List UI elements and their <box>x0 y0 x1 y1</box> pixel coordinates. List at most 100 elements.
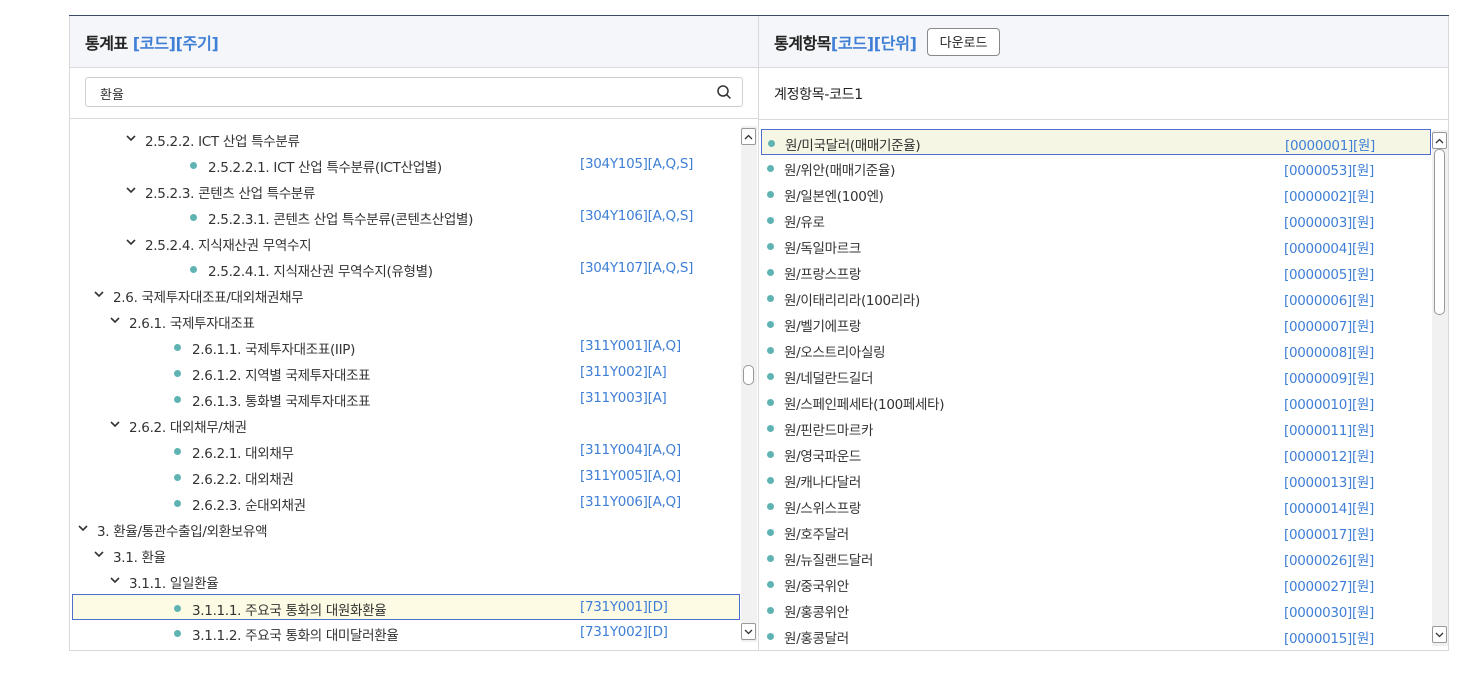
tree-leaf-label: 2.5.2.4.1. 지식재산권 무역수지(유형별) <box>208 264 433 280</box>
item-code: [0000017][원] <box>1284 527 1375 543</box>
list-scrollbar[interactable] <box>1432 130 1448 646</box>
tree-row[interactable]: 2.6.2.1. 대외채무 [311Y004][A,Q] <box>72 438 740 464</box>
scroll-up-arrow[interactable] <box>1432 132 1447 149</box>
tree-row[interactable]: 2.5.2.4.1. 지식재산권 무역수지(유형별) [304Y107][A,Q,… <box>72 256 740 282</box>
bullet-icon <box>767 373 774 380</box>
bullet-icon <box>767 555 774 562</box>
item-label: 원/캐나다달러 <box>784 475 861 491</box>
list-item[interactable]: 원/홍콩달러 [0000015][원] <box>761 623 1431 649</box>
tree-scrollbar[interactable] <box>741 126 757 642</box>
tree-row[interactable]: 2.5.2.2. ICT 산업 특수분류 <box>72 126 740 152</box>
bullet-icon <box>767 217 774 224</box>
search-input[interactable] <box>98 79 702 107</box>
item-code: [0000007][원] <box>1284 319 1375 335</box>
list-item[interactable]: 원/스위스프랑 [0000014][원] <box>761 493 1431 519</box>
chevron-down-icon[interactable] <box>124 131 138 145</box>
bullet-icon <box>767 607 774 614</box>
bullet-icon <box>767 295 774 302</box>
scroll-down-arrow[interactable] <box>1432 626 1447 643</box>
chevron-down-icon[interactable] <box>108 313 122 327</box>
tree-row[interactable]: 2.5.2.2.1. ICT 산업 특수분류(ICT산업별) [304Y105][… <box>72 152 740 178</box>
list-item[interactable]: 원/일본엔(100엔) [0000002][원] <box>761 181 1431 207</box>
list-item[interactable]: 원/프랑스프랑 [0000005][원] <box>761 259 1431 285</box>
stat-table-search <box>85 77 743 107</box>
item-label: 원/홍콩달러 <box>784 631 849 647</box>
list-item[interactable]: 원/이태리리라(100리라) [0000006][원] <box>761 285 1431 311</box>
scroll-thumb[interactable] <box>743 364 754 385</box>
bullet-icon <box>174 500 181 507</box>
item-code: [0000008][원] <box>1284 345 1375 361</box>
tree-row[interactable]: 2.6.1.2. 지역별 국제투자대조표 [311Y002][A] <box>72 360 740 386</box>
scroll-up-arrow[interactable] <box>741 128 756 145</box>
tree-row[interactable]: 2.6.2.3. 순대외채권 [311Y006][A,Q] <box>72 490 740 516</box>
table-code: [731Y002][D] <box>580 624 668 640</box>
bullet-icon <box>767 529 774 536</box>
tree-row[interactable]: 2.6. 국제투자대조표/대외채권채무 <box>72 282 740 308</box>
list-item[interactable]: 원/오스트리아실링 [0000008][원] <box>761 337 1431 363</box>
list-item[interactable]: 원/네덜란드길더 [0000009][원] <box>761 363 1431 389</box>
tree-row[interactable]: 2.6.1. 국제투자대조표 <box>72 308 740 334</box>
stat-item-header: 통계항목 [코드][단위] 다운로드 <box>759 16 1448 68</box>
tree-row[interactable]: 3.1.1.2. 주요국 통화의 대미달러환율 [731Y002][D] <box>72 620 740 646</box>
chevron-down-icon[interactable] <box>124 183 138 197</box>
chevron-down-icon[interactable] <box>92 547 106 561</box>
item-label: 원/뉴질랜드달러 <box>784 553 874 569</box>
list-item[interactable]: 원/독일마르크 [0000004][원] <box>761 233 1431 259</box>
tree-row[interactable]: 3. 환율/통관수출입/외환보유액 <box>72 516 740 542</box>
list-item[interactable]: 원/홍콩위안 [0000030][원] <box>761 597 1431 623</box>
item-code: [0000026][원] <box>1284 553 1375 569</box>
chevron-down-icon[interactable] <box>76 521 90 535</box>
item-label: 원/영국파운드 <box>784 449 861 465</box>
bullet-icon <box>767 451 774 458</box>
chevron-down-icon[interactable] <box>124 235 138 249</box>
tree-row[interactable]: 2.5.2.4. 지식재산권 무역수지 <box>72 230 740 256</box>
item-code: [0000013][원] <box>1284 475 1375 491</box>
bullet-icon <box>174 474 181 481</box>
list-item[interactable]: 원/뉴질랜드달러 [0000026][원] <box>761 545 1431 571</box>
list-item[interactable]: 원/핀란드마르카 [0000011][원] <box>761 415 1431 441</box>
chevron-down-icon[interactable] <box>92 287 106 301</box>
list-item[interactable]: 원/스페인페세타(100페세타) [0000010][원] <box>761 389 1431 415</box>
divider <box>70 118 758 119</box>
tree-node-label: 3.1.1. 일일환율 <box>129 576 219 592</box>
list-item[interactable]: 원/벨기에프랑 [0000007][원] <box>761 311 1431 337</box>
tree-leaf-label: 2.6.1.2. 지역별 국제투자대조표 <box>192 368 371 384</box>
search-icon[interactable] <box>716 84 732 100</box>
scroll-thumb[interactable] <box>1434 149 1445 315</box>
tree-row[interactable]: 3.1.1. 일일환율 <box>72 568 740 594</box>
tree-row[interactable]: 2.6.1.3. 통화별 국제투자대조표 [311Y003][A] <box>72 386 740 412</box>
list-item[interactable]: 원/영국파운드 [0000012][원] <box>761 441 1431 467</box>
tree-row[interactable]: 2.6.1.1. 국제투자대조표(IIP) [311Y001][A,Q] <box>72 334 740 360</box>
item-label: 원/호주달러 <box>784 527 849 543</box>
tree-row[interactable]: 3.1. 환율 <box>72 542 740 568</box>
bullet-icon <box>767 425 774 432</box>
item-code: [0000003][원] <box>1284 215 1375 231</box>
tree-leaf-label: 2.6.2.3. 순대외채권 <box>192 498 306 514</box>
list-item[interactable]: 원/중국위안 [0000027][원] <box>761 571 1431 597</box>
bullet-icon <box>767 191 774 198</box>
list-item[interactable]: 원/미국달러(매매기준율) [0000001][원] <box>761 129 1431 155</box>
table-code: [304Y106][A,Q,S] <box>580 208 694 224</box>
scroll-down-arrow[interactable] <box>741 623 756 640</box>
list-item[interactable]: 원/호주달러 [0000017][원] <box>761 519 1431 545</box>
chevron-down-icon[interactable] <box>108 417 122 431</box>
tree-row[interactable]: 2.6.2.2. 대외채권 [311Y005][A,Q] <box>72 464 740 490</box>
list-item[interactable]: 원/유로 [0000003][원] <box>761 207 1431 233</box>
table-code: [311Y004][A,Q] <box>580 442 681 458</box>
tree-row[interactable]: 2.5.2.3. 콘텐츠 산업 특수분류 <box>72 178 740 204</box>
item-label: 원/스위스프랑 <box>784 501 861 517</box>
tree-row[interactable]: 3.1.1.1. 주요국 통화의 대원화환율 [731Y001][D] <box>72 594 740 620</box>
divider <box>759 119 1448 120</box>
item-label: 원/벨기에프랑 <box>784 319 861 335</box>
item-code: [0000014][원] <box>1284 501 1375 517</box>
list-item[interactable]: 원/위안(매매기준율) [0000053][원] <box>761 155 1431 181</box>
bullet-icon <box>767 321 774 328</box>
chevron-down-icon[interactable] <box>108 573 122 587</box>
tree-row[interactable]: 2.6.2. 대외채무/채권 <box>72 412 740 438</box>
tree-row[interactable]: 2.5.2.3.1. 콘텐츠 산업 특수분류(콘텐츠산업별) [304Y106][… <box>72 204 740 230</box>
stat-table-title-suffix: [코드][주기] <box>132 33 219 53</box>
list-item[interactable]: 원/캐나다달러 [0000013][원] <box>761 467 1431 493</box>
download-button[interactable]: 다운로드 <box>926 27 1001 56</box>
account-item-code-header: 계정항목-코드1 <box>774 87 863 103</box>
item-label: 원/독일마르크 <box>784 241 861 257</box>
